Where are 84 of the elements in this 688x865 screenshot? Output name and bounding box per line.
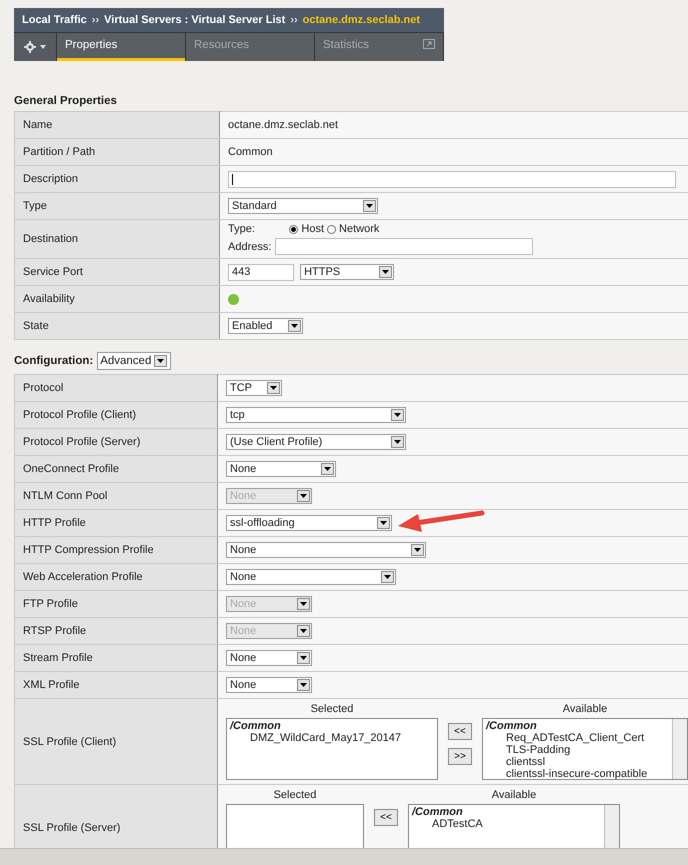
dropdown-arrow-icon: [300, 656, 307, 660]
caret-icon: [40, 45, 46, 49]
row-label: Partition / Path: [14, 138, 220, 166]
row-label: Stream Profile: [14, 644, 218, 672]
row-label: SSL Profile (Server): [14, 784, 218, 848]
row-label: RTSP Profile: [14, 618, 218, 644]
column-heading: Available: [562, 703, 608, 715]
row-label: Protocol Profile (Server): [14, 428, 218, 456]
dropdown-arrow-icon: [300, 494, 307, 498]
row-label: HTTP Profile: [14, 510, 218, 536]
popout-icon: [423, 39, 435, 49]
selected-list[interactable]: [226, 804, 364, 848]
dropdown-arrow-icon: [270, 386, 277, 390]
breadcrumb-item[interactable]: Local Traffic: [22, 14, 87, 26]
dropdown[interactable]: ssl-offloading: [226, 515, 392, 531]
move-button[interactable]: <<: [448, 723, 472, 740]
dropdown[interactable]: None: [226, 650, 312, 666]
dropdown-arrow-icon: [366, 204, 373, 208]
address-field[interactable]: [275, 238, 534, 255]
row-label: State: [14, 312, 220, 340]
move-button[interactable]: >>: [448, 748, 472, 765]
radio-option[interactable]: Network: [327, 223, 380, 235]
dropdown-arrow-icon: [300, 683, 307, 687]
column-heading: Selected: [274, 789, 316, 801]
row-label: Type: [14, 192, 220, 220]
dropdown[interactable]: tcp: [226, 407, 406, 423]
dropdown-arrow-icon: [394, 440, 401, 444]
breadcrumb-separator: ››: [290, 14, 298, 26]
dropdown[interactable]: Standard: [228, 198, 378, 214]
row-label: FTP Profile: [14, 590, 218, 618]
dropdown-arrow-icon: [157, 359, 164, 363]
dropdown[interactable]: None: [226, 461, 336, 477]
field-value: Common: [228, 146, 273, 158]
dropdown-arrow-icon: [384, 575, 391, 579]
dropdown[interactable]: None: [226, 677, 312, 693]
row-label: Protocol: [14, 374, 218, 402]
dropdown[interactable]: None: [226, 569, 396, 585]
tab[interactable]: Properties: [57, 33, 186, 61]
dropdown-arrow-icon: [394, 413, 401, 417]
section-title: Configuration:: [14, 355, 94, 367]
port-field[interactable]: 443: [228, 264, 294, 280]
row-label: OneConnect Profile: [14, 456, 218, 482]
breadcrumb-separator: ››: [92, 14, 100, 26]
row-label: HTTP Compression Profile: [14, 536, 218, 564]
section-title: General Properties: [14, 95, 117, 107]
scrollbar[interactable]: [672, 719, 687, 779]
column-heading: Selected: [310, 703, 354, 715]
description-field[interactable]: [228, 170, 676, 188]
mode-dropdown[interactable]: Advanced: [97, 352, 172, 370]
row-label: Protocol Profile (Client): [14, 402, 218, 428]
selected-list[interactable]: /Common DMZ_WildCard_May17_20147: [226, 718, 438, 780]
row-label: Web Acceleration Profile: [14, 564, 218, 590]
row-label: Name: [14, 112, 220, 138]
available-list[interactable]: /Common Req_ADTestCA_Client_Cert TLS-Padding clientssl clientssl-insecure-compatible: [482, 718, 688, 780]
dropdown-arrow-icon: [300, 602, 307, 606]
settings-icon: [24, 41, 36, 53]
row-label: Destination: [14, 220, 220, 258]
dropdown-arrow-icon: [380, 521, 387, 525]
dropdown-arrow-icon: [414, 548, 421, 552]
dropdown[interactable]: TCP: [226, 380, 282, 396]
row-label: Availability: [14, 286, 220, 312]
dropdown-arrow-icon: [382, 270, 390, 274]
dropdown-arrow-icon: [300, 629, 307, 633]
service-dropdown[interactable]: HTTPS: [300, 264, 394, 280]
row-label: NTLM Conn Pool: [14, 482, 218, 510]
row-label: SSL Profile (Client): [14, 698, 218, 784]
dropdown-arrow-icon: [324, 467, 331, 471]
dropdown[interactable]: None: [226, 542, 426, 558]
dropdown[interactable]: Enabled: [228, 318, 303, 334]
dropdown-arrow-icon: [291, 324, 298, 328]
field-label: Address:: [228, 240, 272, 252]
available-list[interactable]: /Common ADTestCA: [408, 804, 620, 848]
radio-option[interactable]: Host: [289, 223, 324, 235]
dropdown[interactable]: (Use Client Profile): [226, 434, 406, 450]
field-label: Type:: [228, 223, 256, 235]
row-label: Description: [14, 166, 220, 192]
column-heading: Available: [492, 789, 536, 801]
field-value: octane.dmz.seclab.net: [228, 119, 338, 131]
row-label: Service Port: [14, 258, 220, 286]
move-button[interactable]: <<: [374, 809, 398, 826]
row-label: XML Profile: [14, 672, 218, 698]
breadcrumb-item[interactable]: octane.dmz.seclab.net: [302, 14, 420, 26]
scrollbar[interactable]: [604, 805, 619, 848]
breadcrumb-item[interactable]: Virtual Servers : Virtual Server List: [104, 14, 286, 26]
